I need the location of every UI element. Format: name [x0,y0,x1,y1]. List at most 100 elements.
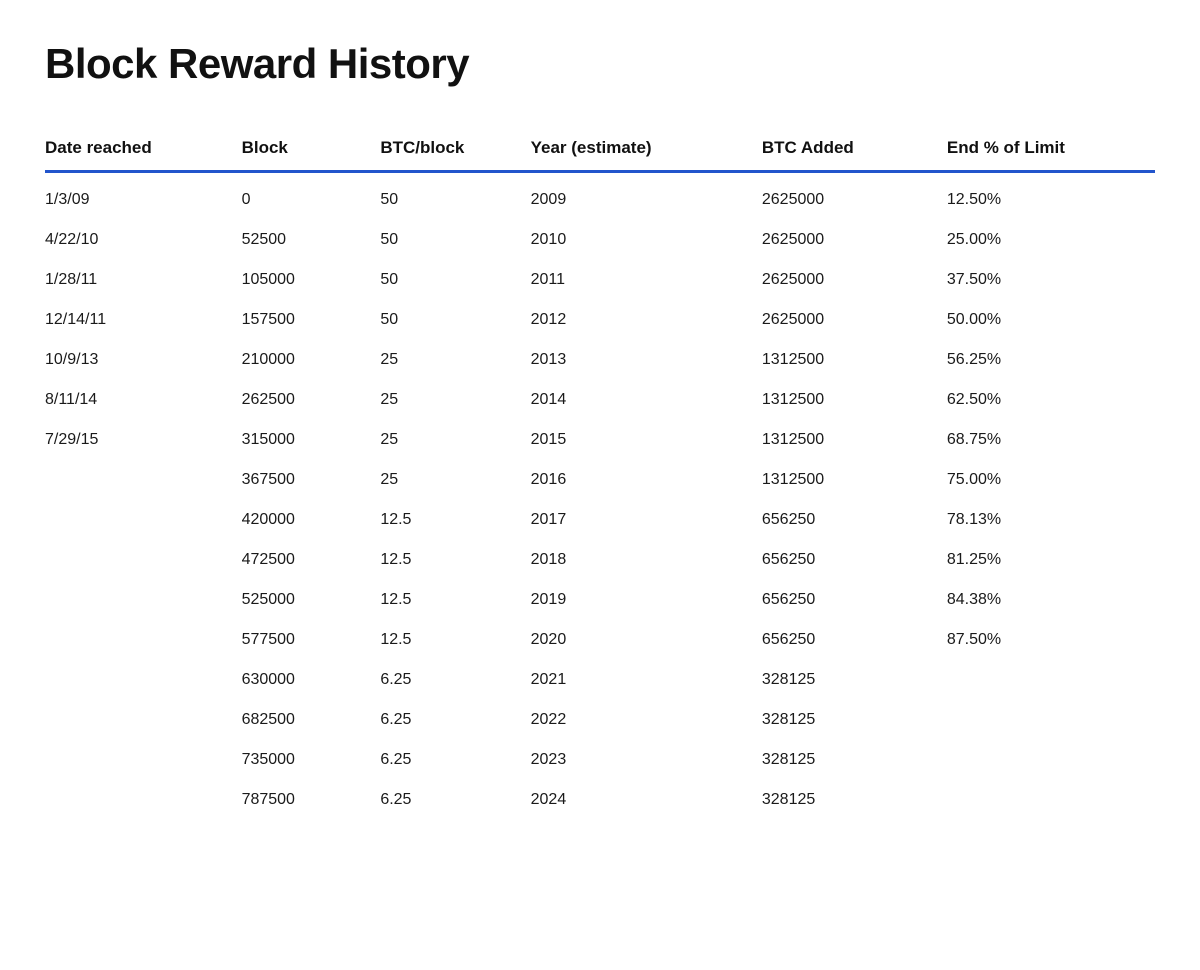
table-row: 7/29/15315000252015131250068.75% [45,420,1155,460]
table-row: 4/22/1052500502010262500025.00% [45,220,1155,260]
page-title: Block Reward History [45,40,1155,88]
table-container: Date reached Block BTC/block Year (estim… [45,128,1155,820]
table-row: 42000012.5201765625078.13% [45,500,1155,540]
table-row: 7875006.252024328125 [45,780,1155,820]
cell-15-0 [45,780,242,820]
cell-11-0 [45,620,242,660]
table-row: 7350006.252023328125 [45,740,1155,780]
cell-3-5: 50.00% [947,300,1155,340]
cell-13-5 [947,700,1155,740]
cell-15-4: 328125 [762,780,947,820]
cell-13-4: 328125 [762,700,947,740]
cell-11-2: 12.5 [380,620,530,660]
cell-4-0: 10/9/13 [45,340,242,380]
cell-10-1: 525000 [242,580,381,620]
cell-0-0: 1/3/09 [45,172,242,221]
table-row: 12/14/11157500502012262500050.00% [45,300,1155,340]
table-row: 6300006.252021328125 [45,660,1155,700]
col-header-block: Block [242,128,381,172]
table-row: 367500252016131250075.00% [45,460,1155,500]
cell-14-0 [45,740,242,780]
col-header-btc-added: BTC Added [762,128,947,172]
cell-12-5 [947,660,1155,700]
table-row: 10/9/13210000252013131250056.25% [45,340,1155,380]
cell-0-2: 50 [380,172,530,221]
cell-1-2: 50 [380,220,530,260]
cell-14-1: 735000 [242,740,381,780]
cell-7-2: 25 [380,460,530,500]
cell-11-5: 87.50% [947,620,1155,660]
cell-5-1: 262500 [242,380,381,420]
cell-4-2: 25 [380,340,530,380]
table-row: 57750012.5202065625087.50% [45,620,1155,660]
cell-2-1: 105000 [242,260,381,300]
block-reward-table: Date reached Block BTC/block Year (estim… [45,128,1155,820]
cell-1-1: 52500 [242,220,381,260]
table-body: 1/3/090502009262500012.50%4/22/105250050… [45,172,1155,821]
cell-13-2: 6.25 [380,700,530,740]
cell-4-3: 2013 [531,340,762,380]
cell-2-0: 1/28/11 [45,260,242,300]
cell-2-5: 37.50% [947,260,1155,300]
cell-15-2: 6.25 [380,780,530,820]
cell-6-1: 315000 [242,420,381,460]
table-row: 52500012.5201965625084.38% [45,580,1155,620]
cell-9-5: 81.25% [947,540,1155,580]
cell-12-4: 328125 [762,660,947,700]
table-row: 1/3/090502009262500012.50% [45,172,1155,221]
cell-12-3: 2021 [531,660,762,700]
cell-1-4: 2625000 [762,220,947,260]
table-row: 1/28/11105000502011262500037.50% [45,260,1155,300]
table-row: 6825006.252022328125 [45,700,1155,740]
col-header-btc-block: BTC/block [380,128,530,172]
table-row: 47250012.5201865625081.25% [45,540,1155,580]
cell-3-0: 12/14/11 [45,300,242,340]
cell-7-5: 75.00% [947,460,1155,500]
cell-9-2: 12.5 [380,540,530,580]
cell-6-5: 68.75% [947,420,1155,460]
cell-13-3: 2022 [531,700,762,740]
cell-8-4: 656250 [762,500,947,540]
cell-10-4: 656250 [762,580,947,620]
cell-5-3: 2014 [531,380,762,420]
cell-3-2: 50 [380,300,530,340]
cell-13-1: 682500 [242,700,381,740]
cell-10-0 [45,580,242,620]
col-header-date: Date reached [45,128,242,172]
cell-12-1: 630000 [242,660,381,700]
cell-12-0 [45,660,242,700]
cell-15-1: 787500 [242,780,381,820]
cell-2-2: 50 [380,260,530,300]
cell-15-5 [947,780,1155,820]
cell-11-3: 2020 [531,620,762,660]
cell-7-4: 1312500 [762,460,947,500]
cell-1-3: 2010 [531,220,762,260]
cell-10-3: 2019 [531,580,762,620]
cell-13-0 [45,700,242,740]
cell-8-0 [45,500,242,540]
cell-2-3: 2011 [531,260,762,300]
cell-1-5: 25.00% [947,220,1155,260]
cell-5-0: 8/11/14 [45,380,242,420]
cell-8-5: 78.13% [947,500,1155,540]
cell-11-1: 577500 [242,620,381,660]
cell-10-5: 84.38% [947,580,1155,620]
cell-12-2: 6.25 [380,660,530,700]
cell-7-0 [45,460,242,500]
cell-7-1: 367500 [242,460,381,500]
cell-3-1: 157500 [242,300,381,340]
cell-10-2: 12.5 [380,580,530,620]
cell-0-4: 2625000 [762,172,947,221]
cell-9-3: 2018 [531,540,762,580]
cell-14-3: 2023 [531,740,762,780]
cell-6-3: 2015 [531,420,762,460]
cell-9-4: 656250 [762,540,947,580]
cell-6-0: 7/29/15 [45,420,242,460]
table-header: Date reached Block BTC/block Year (estim… [45,128,1155,172]
cell-0-1: 0 [242,172,381,221]
table-row: 8/11/14262500252014131250062.50% [45,380,1155,420]
cell-8-2: 12.5 [380,500,530,540]
cell-6-4: 1312500 [762,420,947,460]
cell-14-4: 328125 [762,740,947,780]
cell-7-3: 2016 [531,460,762,500]
